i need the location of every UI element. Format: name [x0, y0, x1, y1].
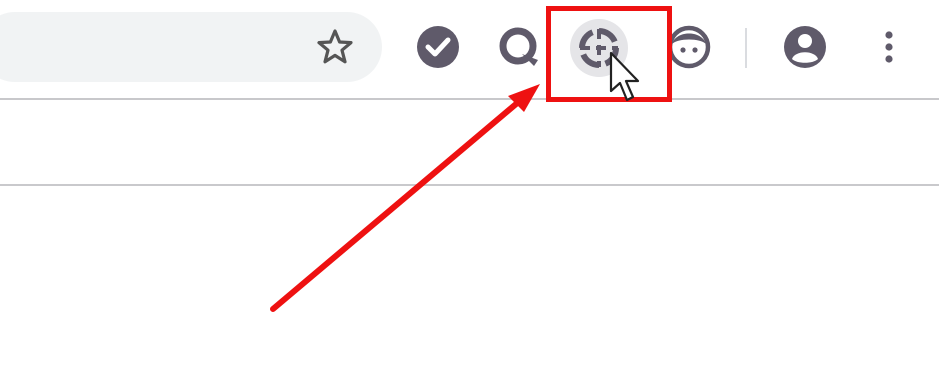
q-logo-icon[interactable]	[496, 24, 542, 70]
bookmark-star-icon[interactable]	[314, 26, 356, 68]
page-content	[0, 186, 939, 375]
browser-toolbar	[0, 0, 939, 98]
check-circle-icon[interactable]	[415, 24, 461, 70]
face-icon[interactable]	[666, 24, 712, 70]
kebab-menu-icon[interactable]	[866, 24, 912, 70]
toolbar-separator	[745, 28, 747, 68]
browser-window	[0, 0, 939, 375]
crosshair-target-icon[interactable]	[570, 19, 628, 77]
bookmarks-bar	[0, 100, 939, 184]
account-circle-icon[interactable]	[782, 24, 828, 70]
